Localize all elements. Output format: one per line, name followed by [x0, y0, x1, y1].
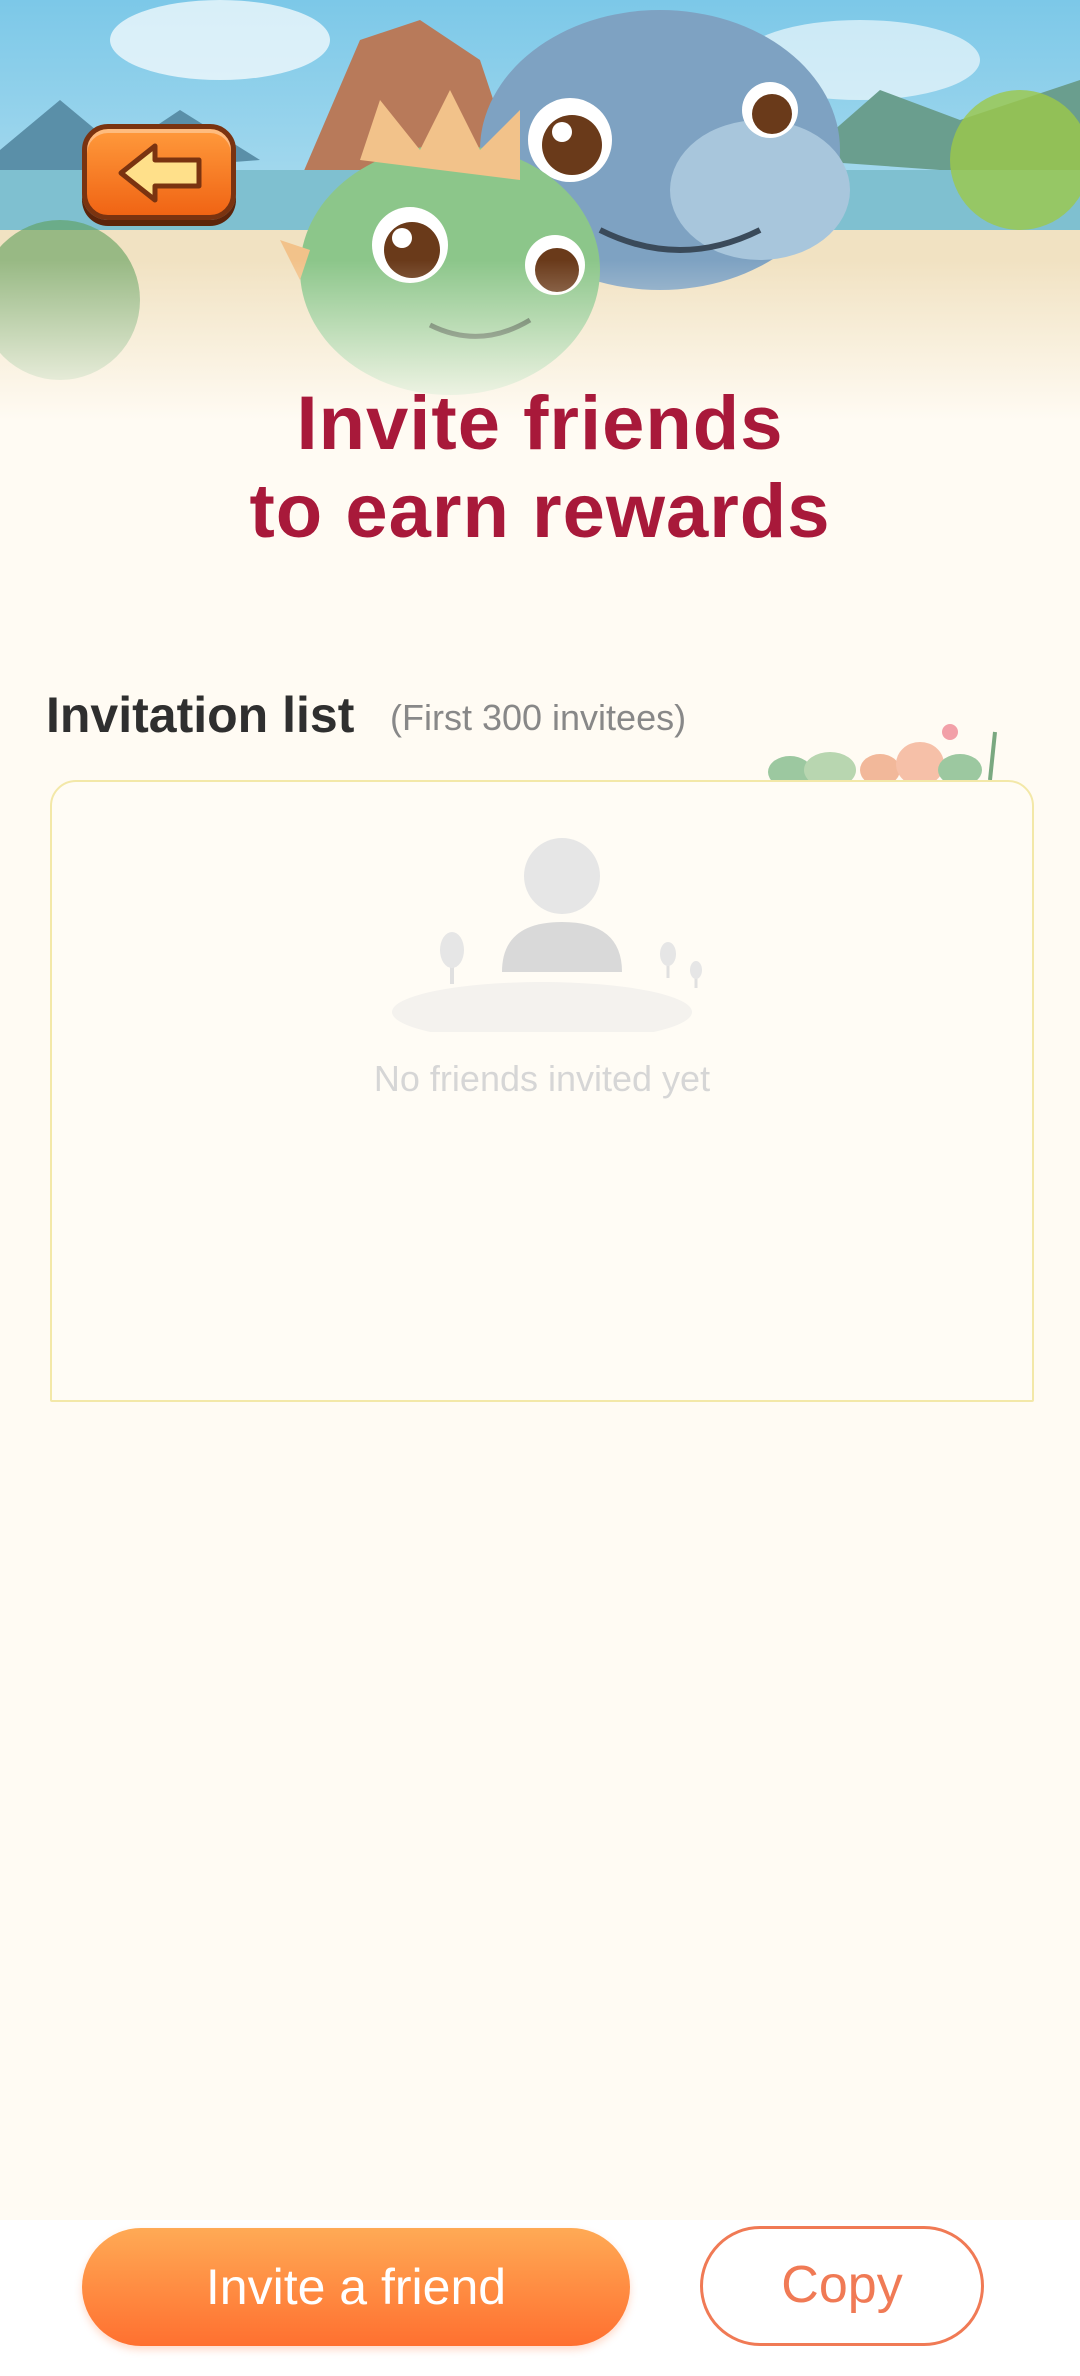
empty-state-text: No friends invited yet: [373, 1058, 711, 1099]
person-placeholder-icon: [392, 838, 702, 1032]
invitation-list-heading: Invitation list: [46, 687, 355, 743]
back-button[interactable]: [82, 124, 236, 220]
invitation-list-panel: No friends invited yet: [50, 780, 1034, 1402]
invite-friend-button[interactable]: Invite a friend: [82, 2228, 630, 2346]
page-title-line-1: Invite friends: [296, 381, 784, 466]
invitation-list-limit-note: (First 300 invitees): [390, 697, 687, 738]
copy-button[interactable]: Copy: [700, 2226, 984, 2346]
flower-decoration-icon: [768, 724, 997, 780]
arrow-left-icon: [118, 143, 202, 203]
page-title: Invite friends to earn rewards: [0, 380, 1080, 556]
page-title-line-2: to earn rewards: [249, 469, 831, 554]
